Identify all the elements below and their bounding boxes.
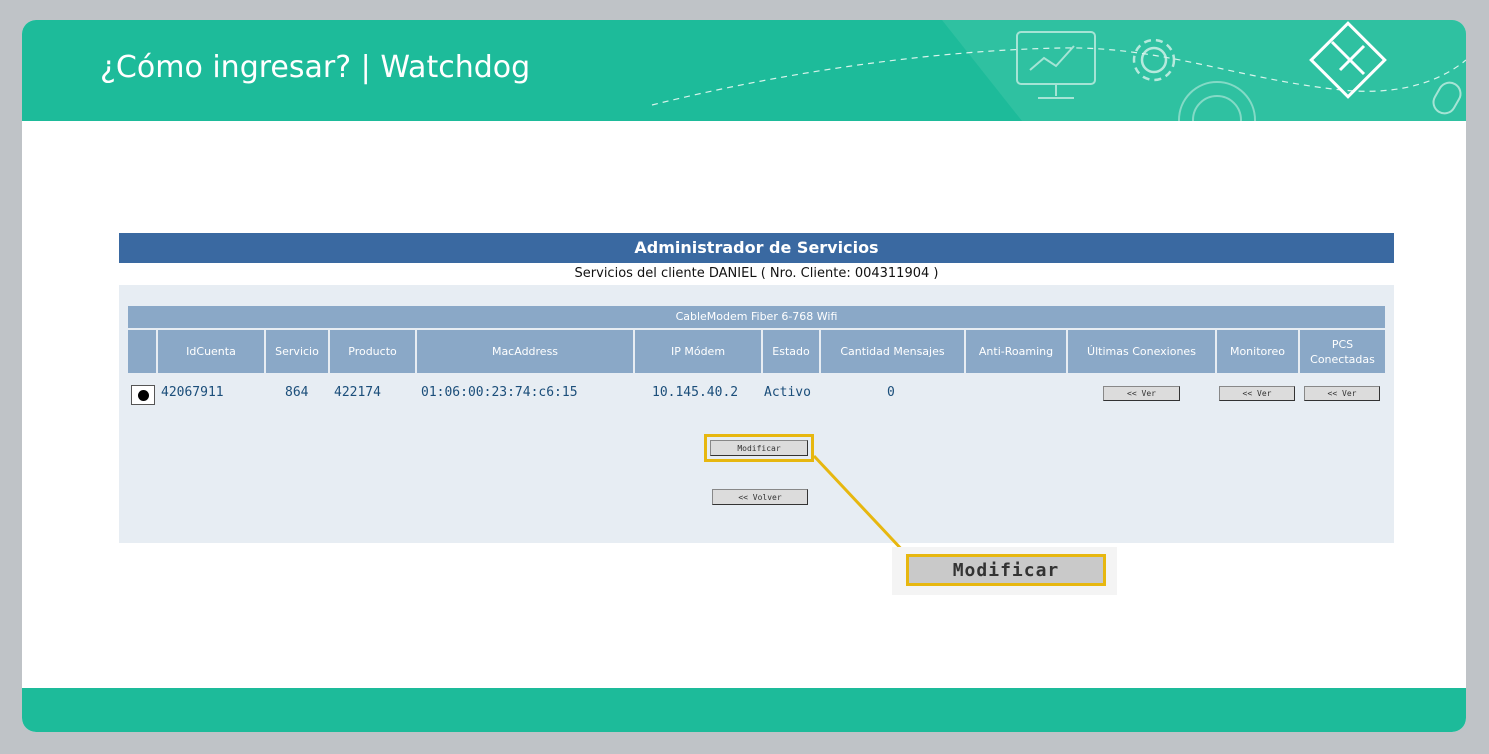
- client-info: Servicios del cliente DANIEL ( Nro. Clie…: [574, 266, 939, 281]
- volver-button[interactable]: << Volver: [712, 489, 808, 505]
- slide-title: ¿Cómo ingresar? | Watchdog: [100, 50, 531, 85]
- slide: ¿Cómo ingresar? | Watchdog Administrador…: [22, 20, 1466, 732]
- ver-conexiones-button[interactable]: << Ver: [1103, 386, 1180, 401]
- product-title: CableModem Fiber 6-768 Wifi: [128, 306, 1385, 328]
- ver-monitoreo-button[interactable]: << Ver: [1219, 386, 1295, 401]
- column-ip-modem: IP Módem: [635, 330, 761, 373]
- service-radio[interactable]: [131, 385, 155, 405]
- admin-title-bar: Administrador de Servicios: [119, 233, 1394, 263]
- modificar-highlight: [704, 434, 814, 462]
- cell-ip: 10.145.40.2: [652, 385, 739, 400]
- column-idcuenta: IdCuenta: [158, 330, 264, 373]
- cell-estado: Activo: [764, 385, 811, 400]
- column-ultimas-conexiones: Últimas Conexiones: [1068, 330, 1215, 373]
- column-cantidad-mensajes: Cantidad Mensajes: [821, 330, 964, 373]
- column-producto: Producto: [330, 330, 415, 373]
- header-decoration-icons: [651, 20, 1466, 121]
- column-estado: Estado: [763, 330, 819, 373]
- watchdog-screenshot: Administrador de Servicios Servicios del…: [119, 233, 1394, 543]
- cell-idcuenta: 42067911: [161, 385, 224, 400]
- cell-producto: 422174: [334, 385, 381, 400]
- column-monitoreo: Monitoreo: [1217, 330, 1298, 373]
- services-panel: CableModem Fiber 6-768 Wifi IdCuenta Ser…: [119, 285, 1394, 543]
- column-pcs-conectadas: PCS Conectadas: [1300, 330, 1385, 373]
- cell-mac: 01:06:00:23:74:c6:15: [421, 385, 578, 400]
- cell-servicio: 864: [285, 385, 309, 400]
- slide-footer: [22, 688, 1466, 732]
- radio-selected-dot: [137, 389, 149, 401]
- column-anti-roaming: Anti-Roaming: [966, 330, 1066, 373]
- column-servicio: Servicio: [266, 330, 328, 373]
- column-select: [128, 330, 156, 373]
- column-macaddress: MacAddress: [417, 330, 633, 373]
- slide-header: ¿Cómo ingresar? | Watchdog: [22, 20, 1466, 121]
- cell-mensajes: 0: [887, 385, 895, 400]
- ver-pcs-button[interactable]: << Ver: [1304, 386, 1380, 401]
- zoom-modificar-callout: Modificar: [906, 554, 1106, 586]
